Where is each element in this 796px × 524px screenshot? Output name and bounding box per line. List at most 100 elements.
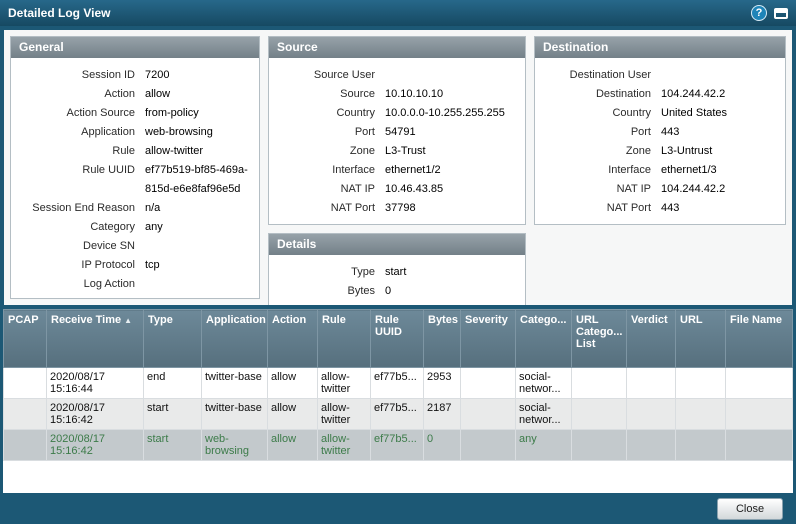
field-label: Application (17, 123, 145, 142)
field-row-source-user: Source User (275, 66, 519, 85)
col-header-label: Catego... (520, 314, 566, 326)
popout-window-icon[interactable] (774, 8, 788, 19)
col-header-label: URL (680, 314, 703, 326)
field-row-application: Applicationweb-browsing (17, 123, 253, 142)
field-label: Zone (275, 142, 385, 161)
general-panel-header: General (11, 37, 259, 58)
field-value: 54791 (385, 123, 519, 142)
col-header-rule[interactable]: Rule (318, 310, 371, 368)
cell-receive-time: 2020/08/17 15:16:44 (47, 368, 144, 399)
field-label: Country (541, 104, 661, 123)
field-label: NAT IP (541, 180, 661, 199)
cell-file-name (726, 399, 793, 430)
cell-pcap (4, 368, 47, 399)
col-header-file-name[interactable]: File Name (726, 310, 793, 368)
field-label: NAT IP (275, 180, 385, 199)
field-value: web-browsing (145, 123, 253, 142)
col-header-label: URL Catego... List (576, 314, 622, 350)
col-header-url[interactable]: URL (676, 310, 726, 368)
cell-rule-uuid: ef77b5... (371, 399, 424, 430)
col-header-severity[interactable]: Severity (461, 310, 516, 368)
table-header-row: PCAP Receive Time▲ Type Application Acti… (4, 310, 793, 368)
field-value: ef77b519-bf85-469a-815d-e6e8faf96e5d (145, 161, 253, 199)
field-row-dest-nat-port: NAT Port443 (541, 199, 779, 218)
cell-verdict (627, 430, 676, 461)
cell-application: twitter-base (202, 368, 268, 399)
col-header-label: PCAP (8, 314, 39, 326)
cell-file-name (726, 368, 793, 399)
col-header-label: Rule UUID (375, 314, 402, 338)
cell-severity (461, 399, 516, 430)
field-row-dest-country: CountryUnited States (541, 104, 779, 123)
field-label: Destination (541, 85, 661, 104)
field-value: allow-twitter (145, 142, 253, 161)
col-header-type[interactable]: Type (144, 310, 202, 368)
log-table: PCAP Receive Time▲ Type Application Acti… (3, 309, 793, 461)
col-header-receive-time[interactable]: Receive Time▲ (47, 310, 144, 368)
cell-rule-uuid: ef77b5... (371, 368, 424, 399)
field-row-source-nat-ip: NAT IP10.46.43.85 (275, 180, 519, 199)
cell-action: allow (268, 368, 318, 399)
field-row-source-nat-port: NAT Port37798 (275, 199, 519, 218)
general-column: General Session ID7200 Actionallow Actio… (10, 36, 260, 299)
field-value: 10.0.0.0-10.255.255.255 (385, 104, 519, 123)
col-header-label: Bytes (428, 314, 458, 326)
cell-receive-time: 2020/08/17 15:16:42 (47, 399, 144, 430)
col-header-pcap[interactable]: PCAP (4, 310, 47, 368)
field-row-source-port: Port54791 (275, 123, 519, 142)
field-row-destination-user: Destination User (541, 66, 779, 85)
general-fields: Session ID7200 Actionallow Action Source… (11, 58, 259, 299)
field-row-log-action: Log Action (17, 275, 253, 294)
field-value: 10.10.10.10 (385, 85, 519, 104)
help-icon[interactable]: ? (751, 5, 767, 21)
col-header-label: Receive Time (51, 314, 121, 326)
table-row-selected[interactable]: 2020/08/17 15:16:42 start web-browsing a… (4, 430, 793, 461)
col-header-category[interactable]: Catego... (516, 310, 572, 368)
cell-category: social-networ... (516, 399, 572, 430)
field-label: Destination User (541, 66, 661, 85)
col-header-verdict[interactable]: Verdict (627, 310, 676, 368)
source-panel: Source Source User Source10.10.10.10 Cou… (268, 36, 526, 225)
cell-application: twitter-base (202, 399, 268, 430)
table-row[interactable]: 2020/08/17 15:16:44 end twitter-base all… (4, 368, 793, 399)
field-row-action: Actionallow (17, 85, 253, 104)
cell-severity (461, 368, 516, 399)
col-header-label: Severity (465, 314, 508, 326)
source-fields: Source User Source10.10.10.10 Country10.… (269, 58, 525, 224)
middle-column: Source Source User Source10.10.10.10 Cou… (268, 36, 526, 299)
cell-category: social-networ... (516, 368, 572, 399)
cell-file-name (726, 430, 793, 461)
field-label: Port (275, 123, 385, 142)
cell-bytes: 2953 (424, 368, 461, 399)
table-row[interactable]: 2020/08/17 15:16:42 start twitter-base a… (4, 399, 793, 430)
close-button[interactable]: Close (717, 498, 783, 520)
field-row-action-source: Action Sourcefrom-policy (17, 104, 253, 123)
field-label: Interface (275, 161, 385, 180)
field-label: Rule UUID (17, 161, 145, 199)
col-header-application[interactable]: Application (202, 310, 268, 368)
cell-type: start (144, 430, 202, 461)
field-row-dest-zone: ZoneL3-Untrust (541, 142, 779, 161)
cell-pcap (4, 430, 47, 461)
cell-action: allow (268, 430, 318, 461)
col-header-rule-uuid[interactable]: Rule UUID (371, 310, 424, 368)
col-header-action[interactable]: Action (268, 310, 318, 368)
title-bar: Detailed Log View ? (0, 0, 796, 26)
cell-rule: allow-twitter (318, 399, 371, 430)
destination-fields: Destination User Destination 104.244.42.2… (535, 58, 785, 224)
field-row-session-id: Session ID7200 (17, 66, 253, 85)
field-value: 104.244.42.2 (661, 180, 779, 199)
col-header-url-category-list[interactable]: URL Catego... List (572, 310, 627, 368)
field-label: NAT Port (541, 199, 661, 218)
field-value (145, 275, 253, 294)
field-value: 0 (385, 282, 519, 301)
cell-receive-time: 2020/08/17 15:16:42 (47, 430, 144, 461)
field-value: 443 (661, 123, 779, 142)
field-label: Source (275, 85, 385, 104)
col-header-bytes[interactable]: Bytes (424, 310, 461, 368)
field-label: IP Protocol (17, 256, 145, 275)
field-label: Type (275, 263, 385, 282)
field-label: Action Source (17, 104, 145, 123)
field-label: Device SN (17, 237, 145, 256)
cell-bytes: 0 (424, 430, 461, 461)
